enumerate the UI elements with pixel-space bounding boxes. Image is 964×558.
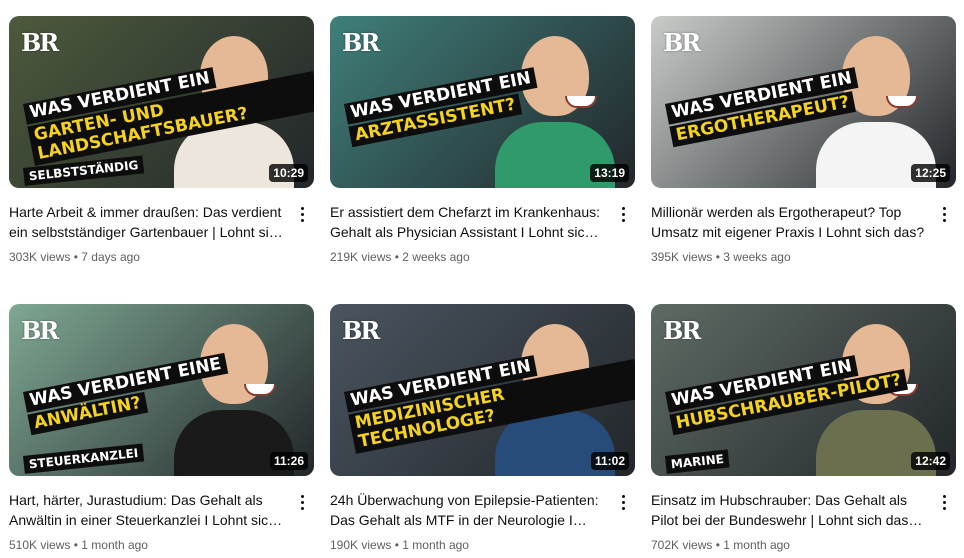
more-options-icon[interactable]: [932, 202, 956, 226]
video-thumbnail[interactable]: BR WAS VERDIENT EINE ANWÄLTIN? STEUERKAN…: [9, 304, 314, 476]
more-options-icon[interactable]: [611, 202, 635, 226]
duration-badge: 12:42: [911, 452, 950, 470]
video-stats: 510K views • 1 month ago: [9, 538, 284, 552]
duration-badge: 11:26: [269, 452, 308, 470]
upload-age: 1 month ago: [81, 538, 148, 552]
video-stats: 303K views • 7 days ago: [9, 250, 284, 264]
video-card[interactable]: BR WAS VERDIENT EIN ARZTASSISTENT? 13:19…: [330, 16, 635, 264]
video-card[interactable]: BR WAS VERDIENT EIN ERGOTHERAPEUT? 12:25…: [651, 16, 956, 264]
video-card[interactable]: BR WAS VERDIENT EIN GARTEN- UND LANDSCHA…: [9, 16, 314, 264]
upload-age: 2 weeks ago: [402, 250, 470, 264]
video-card[interactable]: BR WAS VERDIENT EIN MEDIZINISCHER TECHNO…: [330, 304, 635, 552]
view-count: 395K views: [651, 250, 713, 264]
video-meta: Millionär werden als Ergotherapeut? Top …: [651, 188, 956, 264]
video-thumbnail[interactable]: BR WAS VERDIENT EIN GARTEN- UND LANDSCHA…: [9, 16, 314, 188]
video-stats: 190K views • 1 month ago: [330, 538, 605, 552]
video-thumbnail[interactable]: BR WAS VERDIENT EIN ERGOTHERAPEUT? 12:25: [651, 16, 956, 188]
video-meta: Einsatz im Hubschrauber: Das Gehalt als …: [651, 476, 956, 552]
more-options-icon[interactable]: [290, 490, 314, 514]
video-meta: Harte Arbeit & immer draußen: Das verdie…: [9, 188, 314, 264]
video-title[interactable]: 24h Überwachung von Epilepsie-Patienten:…: [330, 490, 605, 530]
video-stats: 219K views • 2 weeks ago: [330, 250, 605, 264]
br-logo: BR: [21, 316, 59, 345]
video-title[interactable]: Harte Arbeit & immer draußen: Das verdie…: [9, 202, 284, 242]
br-logo: BR: [663, 28, 701, 57]
video-meta: Hart, härter, Jurastudium: Das Gehalt al…: [9, 476, 314, 552]
upload-age: 1 month ago: [723, 538, 790, 552]
video-title[interactable]: Hart, härter, Jurastudium: Das Gehalt al…: [9, 490, 284, 530]
view-count: 510K views: [9, 538, 71, 552]
view-count: 219K views: [330, 250, 392, 264]
video-thumbnail[interactable]: BR WAS VERDIENT EIN MEDIZINISCHER TECHNO…: [330, 304, 635, 476]
video-title[interactable]: Er assistiert dem Chefarzt im Krankenhau…: [330, 202, 605, 242]
view-count: 702K views: [651, 538, 713, 552]
duration-badge: 11:02: [590, 452, 629, 470]
view-count: 190K views: [330, 538, 392, 552]
more-options-icon[interactable]: [290, 202, 314, 226]
upload-age: 1 month ago: [402, 538, 469, 552]
upload-age: 3 weeks ago: [723, 250, 791, 264]
duration-badge: 10:29: [269, 164, 308, 182]
br-logo: BR: [663, 316, 701, 345]
video-thumbnail[interactable]: BR WAS VERDIENT EIN ARZTASSISTENT? 13:19: [330, 16, 635, 188]
video-card[interactable]: BR WAS VERDIENT EIN HUBSCHRAUBER-PILOT? …: [651, 304, 956, 552]
video-meta: Er assistiert dem Chefarzt im Krankenhau…: [330, 188, 635, 264]
more-options-icon[interactable]: [932, 490, 956, 514]
br-logo: BR: [342, 28, 380, 57]
br-logo: BR: [342, 316, 380, 345]
video-title[interactable]: Millionär werden als Ergotherapeut? Top …: [651, 202, 926, 242]
video-stats: 395K views • 3 weeks ago: [651, 250, 926, 264]
br-logo: BR: [21, 28, 59, 57]
view-count: 303K views: [9, 250, 71, 264]
upload-age: 7 days ago: [81, 250, 140, 264]
more-options-icon[interactable]: [611, 490, 635, 514]
video-stats: 702K views • 1 month ago: [651, 538, 926, 552]
video-card[interactable]: BR WAS VERDIENT EINE ANWÄLTIN? STEUERKAN…: [9, 304, 314, 552]
duration-badge: 13:19: [590, 164, 629, 182]
video-meta: 24h Überwachung von Epilepsie-Patienten:…: [330, 476, 635, 552]
video-thumbnail[interactable]: BR WAS VERDIENT EIN HUBSCHRAUBER-PILOT? …: [651, 304, 956, 476]
duration-badge: 12:25: [911, 164, 950, 182]
video-title[interactable]: Einsatz im Hubschrauber: Das Gehalt als …: [651, 490, 926, 530]
